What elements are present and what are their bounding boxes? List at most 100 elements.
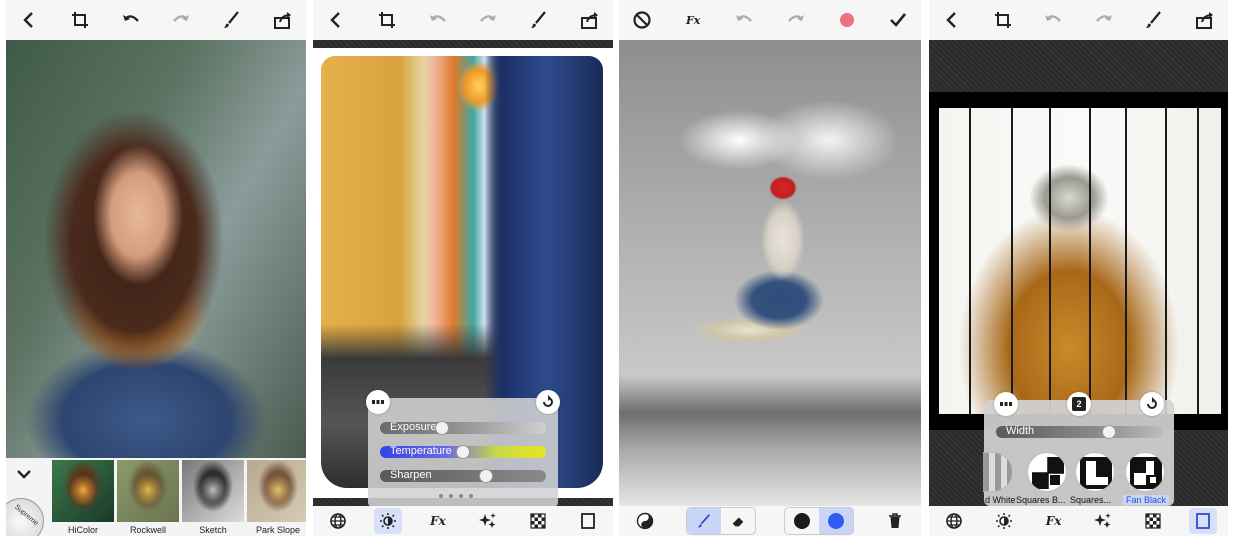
adjust-screen: Exposure Temperature Sharpen Fx	[313, 0, 613, 536]
slider-label: Sharpen	[390, 469, 432, 481]
redo-icon[interactable]	[475, 7, 501, 33]
blue-swatch	[827, 513, 844, 529]
more-dots-icon	[372, 400, 384, 404]
crop-icon[interactable]	[67, 7, 93, 33]
brush-icon[interactable]	[219, 7, 245, 33]
filters-screen: Supreme HiColor Rockwell Sketch Park Slo…	[6, 0, 306, 536]
undo-icon[interactable]	[1040, 7, 1066, 33]
more-dots-icon	[1000, 402, 1012, 406]
checkmark-icon[interactable]	[885, 7, 911, 33]
redo-icon[interactable]	[1091, 7, 1117, 33]
brush-icon[interactable]	[1141, 7, 1167, 33]
filter-label: Rockwell	[129, 525, 166, 535]
checker-icon[interactable]	[1139, 508, 1167, 534]
strip-divider	[1089, 108, 1091, 414]
sparkle-icon[interactable]	[1089, 508, 1117, 534]
redo-icon[interactable]	[783, 7, 809, 33]
frame-icon[interactable]	[574, 508, 602, 534]
brush-tool-button[interactable]	[687, 508, 722, 534]
yin-yang-icon[interactable]	[631, 508, 659, 534]
strip-divider	[1011, 108, 1013, 414]
filter-thumb-park-slope[interactable]	[247, 460, 306, 522]
width-knob[interactable]	[1102, 425, 1116, 439]
pattern-screen: 2 Width d White Squares B... Squares... …	[929, 0, 1228, 536]
share-icon[interactable]	[270, 7, 296, 33]
strip-divider	[1125, 108, 1127, 414]
back-icon[interactable]	[939, 7, 965, 33]
strip-divider	[1049, 108, 1051, 414]
photo-canvas[interactable]	[6, 40, 306, 458]
pattern-fan-black[interactable]	[1125, 452, 1165, 492]
photo-canvas[interactable]	[619, 40, 921, 506]
share-icon[interactable]	[577, 7, 603, 33]
redo-icon[interactable]	[168, 7, 194, 33]
sharpen-slider[interactable]: Sharpen	[380, 469, 546, 483]
top-divider	[313, 40, 613, 48]
brush-icon[interactable]	[526, 7, 552, 33]
fx-icon[interactable]: Fx	[424, 508, 452, 534]
fx-icon[interactable]: Fx	[680, 7, 706, 33]
slider-label: Temperature	[390, 445, 452, 457]
temperature-slider[interactable]: Temperature	[380, 445, 546, 459]
trash-icon[interactable]	[881, 508, 909, 534]
filter-thumb-hicolor[interactable]	[52, 460, 114, 522]
brush-color-button[interactable]	[834, 7, 860, 33]
filter-label: Sketch	[199, 525, 227, 535]
undo-icon[interactable]	[425, 7, 451, 33]
reset-button[interactable]	[1140, 392, 1164, 416]
slider-label: Exposure	[390, 421, 437, 433]
pattern-squares-b[interactable]	[1027, 452, 1067, 492]
sharpen-knob[interactable]	[479, 469, 493, 483]
back-icon[interactable]	[323, 7, 349, 33]
share-icon[interactable]	[1192, 7, 1218, 33]
fx-icon[interactable]: Fx	[1040, 508, 1068, 534]
strip-collage	[939, 108, 1221, 414]
crop-icon[interactable]	[374, 7, 400, 33]
filter-thumb-rockwell[interactable]	[117, 460, 179, 522]
color-segment	[783, 507, 854, 535]
brush-color-swatch	[839, 13, 854, 27]
width-slider[interactable]: Width	[996, 425, 1162, 439]
presets-button[interactable]	[994, 392, 1018, 416]
back-icon[interactable]	[16, 7, 42, 33]
pattern-squares[interactable]	[1075, 452, 1115, 492]
exposure-slider[interactable]: Exposure	[380, 421, 546, 435]
filter-label: HiColor	[67, 525, 98, 535]
cancel-icon[interactable]	[629, 7, 655, 33]
bottom-toolbar: Fx	[313, 506, 613, 536]
frame-icon[interactable]	[1189, 508, 1218, 534]
crop-icon[interactable]	[990, 7, 1016, 33]
checker-icon[interactable]	[524, 508, 552, 534]
pattern-label-selected: Fan Black	[1123, 495, 1170, 505]
eraser-icon	[732, 517, 744, 527]
pattern-label: Squares...	[1070, 495, 1112, 505]
brightness-icon[interactable]	[990, 508, 1018, 534]
presets-button[interactable]	[366, 390, 390, 414]
exposure-knob[interactable]	[435, 421, 449, 435]
filter-strip: Supreme HiColor Rockwell Sketch Park Slo…	[6, 458, 306, 536]
black-swatch	[793, 513, 810, 529]
black-swatch-button[interactable]	[785, 508, 819, 534]
reset-button[interactable]	[536, 390, 560, 414]
reset-icon	[1147, 397, 1157, 409]
filter-thumb-sketch[interactable]	[182, 460, 244, 522]
temperature-knob[interactable]	[456, 445, 470, 459]
globe-icon[interactable]	[324, 508, 352, 534]
slider-label: Width	[1006, 425, 1035, 437]
eraser-tool-button[interactable]	[721, 508, 755, 534]
selective-color-screen: Fx	[619, 0, 921, 536]
adjust-panel: Exposure Temperature Sharpen	[366, 390, 560, 508]
top-toolbar: Fx	[619, 0, 921, 40]
undo-icon[interactable]	[118, 7, 144, 33]
brightness-icon[interactable]	[374, 508, 402, 534]
tool-segment	[686, 507, 757, 535]
top-toolbar	[929, 0, 1228, 40]
pattern-label: d White	[985, 495, 1016, 505]
sparkle-icon[interactable]	[474, 508, 502, 534]
strip-divider	[969, 108, 971, 414]
globe-icon[interactable]	[940, 508, 968, 534]
layout-button[interactable]: 2	[1067, 392, 1091, 416]
undo-icon[interactable]	[731, 7, 757, 33]
chevron-down-icon[interactable]	[14, 464, 34, 484]
blue-swatch-button[interactable]	[818, 508, 853, 534]
